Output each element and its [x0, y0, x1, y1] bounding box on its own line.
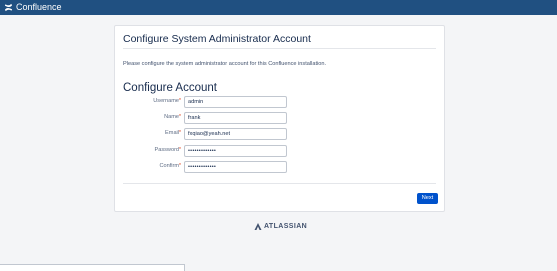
- atlassian-brand: ATLASSIAN: [264, 223, 308, 230]
- required-marker: *: [179, 147, 181, 153]
- password-row: Password*: [115, 145, 446, 158]
- name-row: Name*: [115, 112, 446, 125]
- top-navigation-bar: Confluence: [0, 0, 557, 15]
- username-label: Username*: [153, 98, 181, 104]
- name-label: Name*: [164, 114, 181, 120]
- page-title: Configure System Administrator Account: [123, 33, 311, 45]
- required-marker: *: [179, 130, 181, 136]
- required-marker: *: [179, 114, 181, 120]
- form-divider: [123, 183, 436, 184]
- confluence-logo-icon: [4, 3, 13, 12]
- confirm-password-input[interactable]: [184, 161, 287, 173]
- title-divider: [123, 48, 436, 49]
- email-label: Email*: [165, 130, 181, 136]
- email-row: Email*: [115, 128, 446, 141]
- setup-card: Configure System Administrator Account P…: [114, 25, 445, 212]
- username-input[interactable]: [184, 96, 287, 108]
- atlassian-footer: ATLASSIAN: [254, 223, 307, 230]
- email-input[interactable]: [184, 128, 287, 140]
- next-button[interactable]: Next: [417, 193, 438, 204]
- username-row: Username*: [115, 96, 446, 109]
- required-marker: *: [179, 98, 181, 104]
- confirm-label: Confirm*: [159, 163, 181, 169]
- atlassian-logo-icon: [254, 223, 262, 230]
- section-title: Configure Account: [123, 82, 217, 94]
- confirm-row: Confirm*: [115, 161, 446, 174]
- browser-status-bar: [0, 264, 185, 271]
- intro-text: Please configure the system administrato…: [123, 61, 327, 67]
- password-label: Password*: [154, 147, 181, 153]
- password-input[interactable]: [184, 145, 287, 157]
- name-input[interactable]: [184, 112, 287, 124]
- required-marker: *: [179, 163, 181, 169]
- app-name[interactable]: Confluence: [16, 0, 62, 15]
